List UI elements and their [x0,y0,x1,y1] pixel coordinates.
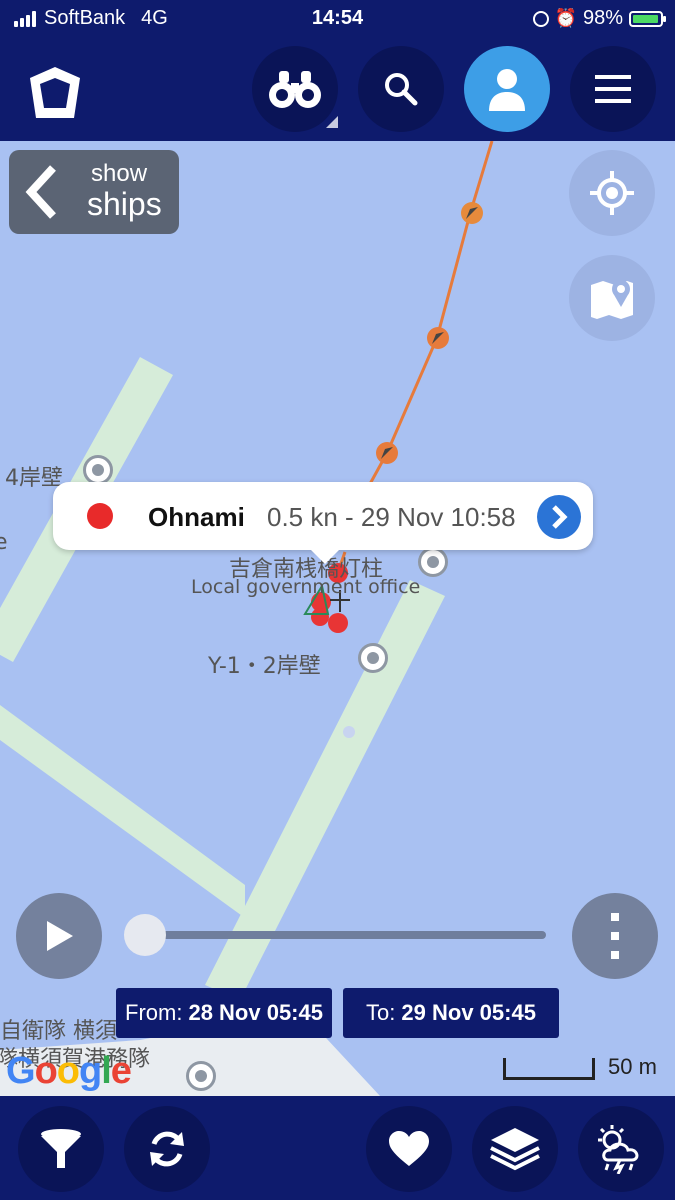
ship-track [363,141,494,494]
map-label-gov-office: Local government office [191,576,421,598]
from-date-button[interactable]: From: 28 Nov 05:45 [116,988,332,1038]
filter-button[interactable] [18,1106,104,1192]
map-label-edge: e [0,530,8,555]
ship-name: Ohnami [148,502,245,532]
ship-popup[interactable]: Ohnami 0.5 kn - 29 Nov 10:58 [53,482,593,564]
locate-me-button[interactable] [569,150,655,236]
bottom-toolbar [0,1096,675,1200]
show-ships-button[interactable]: show ships [9,150,179,234]
search-button[interactable] [358,46,444,132]
refresh-icon [150,1131,184,1167]
show-ships-line1: show [91,160,148,187]
menu-icon [595,75,631,103]
play-button[interactable] [16,893,102,979]
to-value: 29 Nov 05:45 [401,1000,536,1025]
map-pin-icon [591,280,633,319]
dropdown-corner-icon [326,116,338,128]
track-point-red-4 [328,613,348,633]
map-pin-button[interactable] [569,255,655,341]
refresh-button[interactable] [124,1106,210,1192]
pier-diagonal [0,705,245,918]
map-scale-label: 50 m [608,1054,657,1079]
favorites-button[interactable] [366,1106,452,1192]
ship-detail: 0.5 kn - 29 Nov 10:58 [267,502,516,532]
poi-berth4-icon[interactable] [83,455,113,485]
alarm-icon: ⏰ [554,8,577,28]
show-ships-line2: ships [87,186,162,222]
from-value: 28 Nov 05:45 [188,1000,323,1025]
heart-icon [389,1131,429,1166]
binoculars-icon [269,71,321,108]
crosshair-icon [590,171,634,215]
chevron-left-icon [25,165,56,219]
faint-marker [343,726,355,738]
track-marker-1 [461,202,483,224]
track-marker-2 [427,327,449,349]
poi-shore-icon[interactable] [186,1061,216,1091]
weather-button[interactable] [578,1106,664,1192]
poi-lighthouse-icon[interactable] [418,547,448,577]
timeline-handle[interactable] [124,914,166,956]
ship-detail-button[interactable] [537,495,581,539]
timeline-slider[interactable] [140,931,546,939]
to-date-button[interactable]: To: 29 Nov 05:45 [343,988,559,1038]
menu-button[interactable] [570,46,656,132]
battery-percent: 98% [582,7,623,29]
map-label-berth4: 4岸壁 [5,466,63,491]
app-logo-icon[interactable] [26,64,84,122]
from-label: From: [125,1000,183,1025]
more-options-button[interactable] [572,893,658,979]
top-app-bar [0,36,675,141]
weather-icon [598,1125,639,1174]
profile-icon [489,69,525,111]
play-icon [47,921,73,951]
profile-button[interactable] [464,46,550,132]
map-label-berth-y12: Y-1・2岸壁 [208,654,321,679]
battery-icon [629,10,666,27]
search-icon [385,73,418,106]
layers-button[interactable] [472,1106,558,1192]
map-scale-bar [503,1058,595,1080]
layers-icon [490,1128,540,1171]
to-label: To: [366,1000,396,1025]
status-bar: SoftBank 4G 14:54 ⏰ 98% [0,0,675,36]
rotation-lock-icon [532,10,549,27]
ship-status-dot [87,503,113,529]
google-logo: Google [6,1050,132,1092]
more-vertical-icon [611,913,619,959]
filter-icon [41,1129,81,1168]
track-marker-3 [376,442,398,464]
poi-berth-y12-icon[interactable] [358,643,388,673]
chevron-right-icon [552,505,568,529]
binoculars-button[interactable] [252,46,338,132]
